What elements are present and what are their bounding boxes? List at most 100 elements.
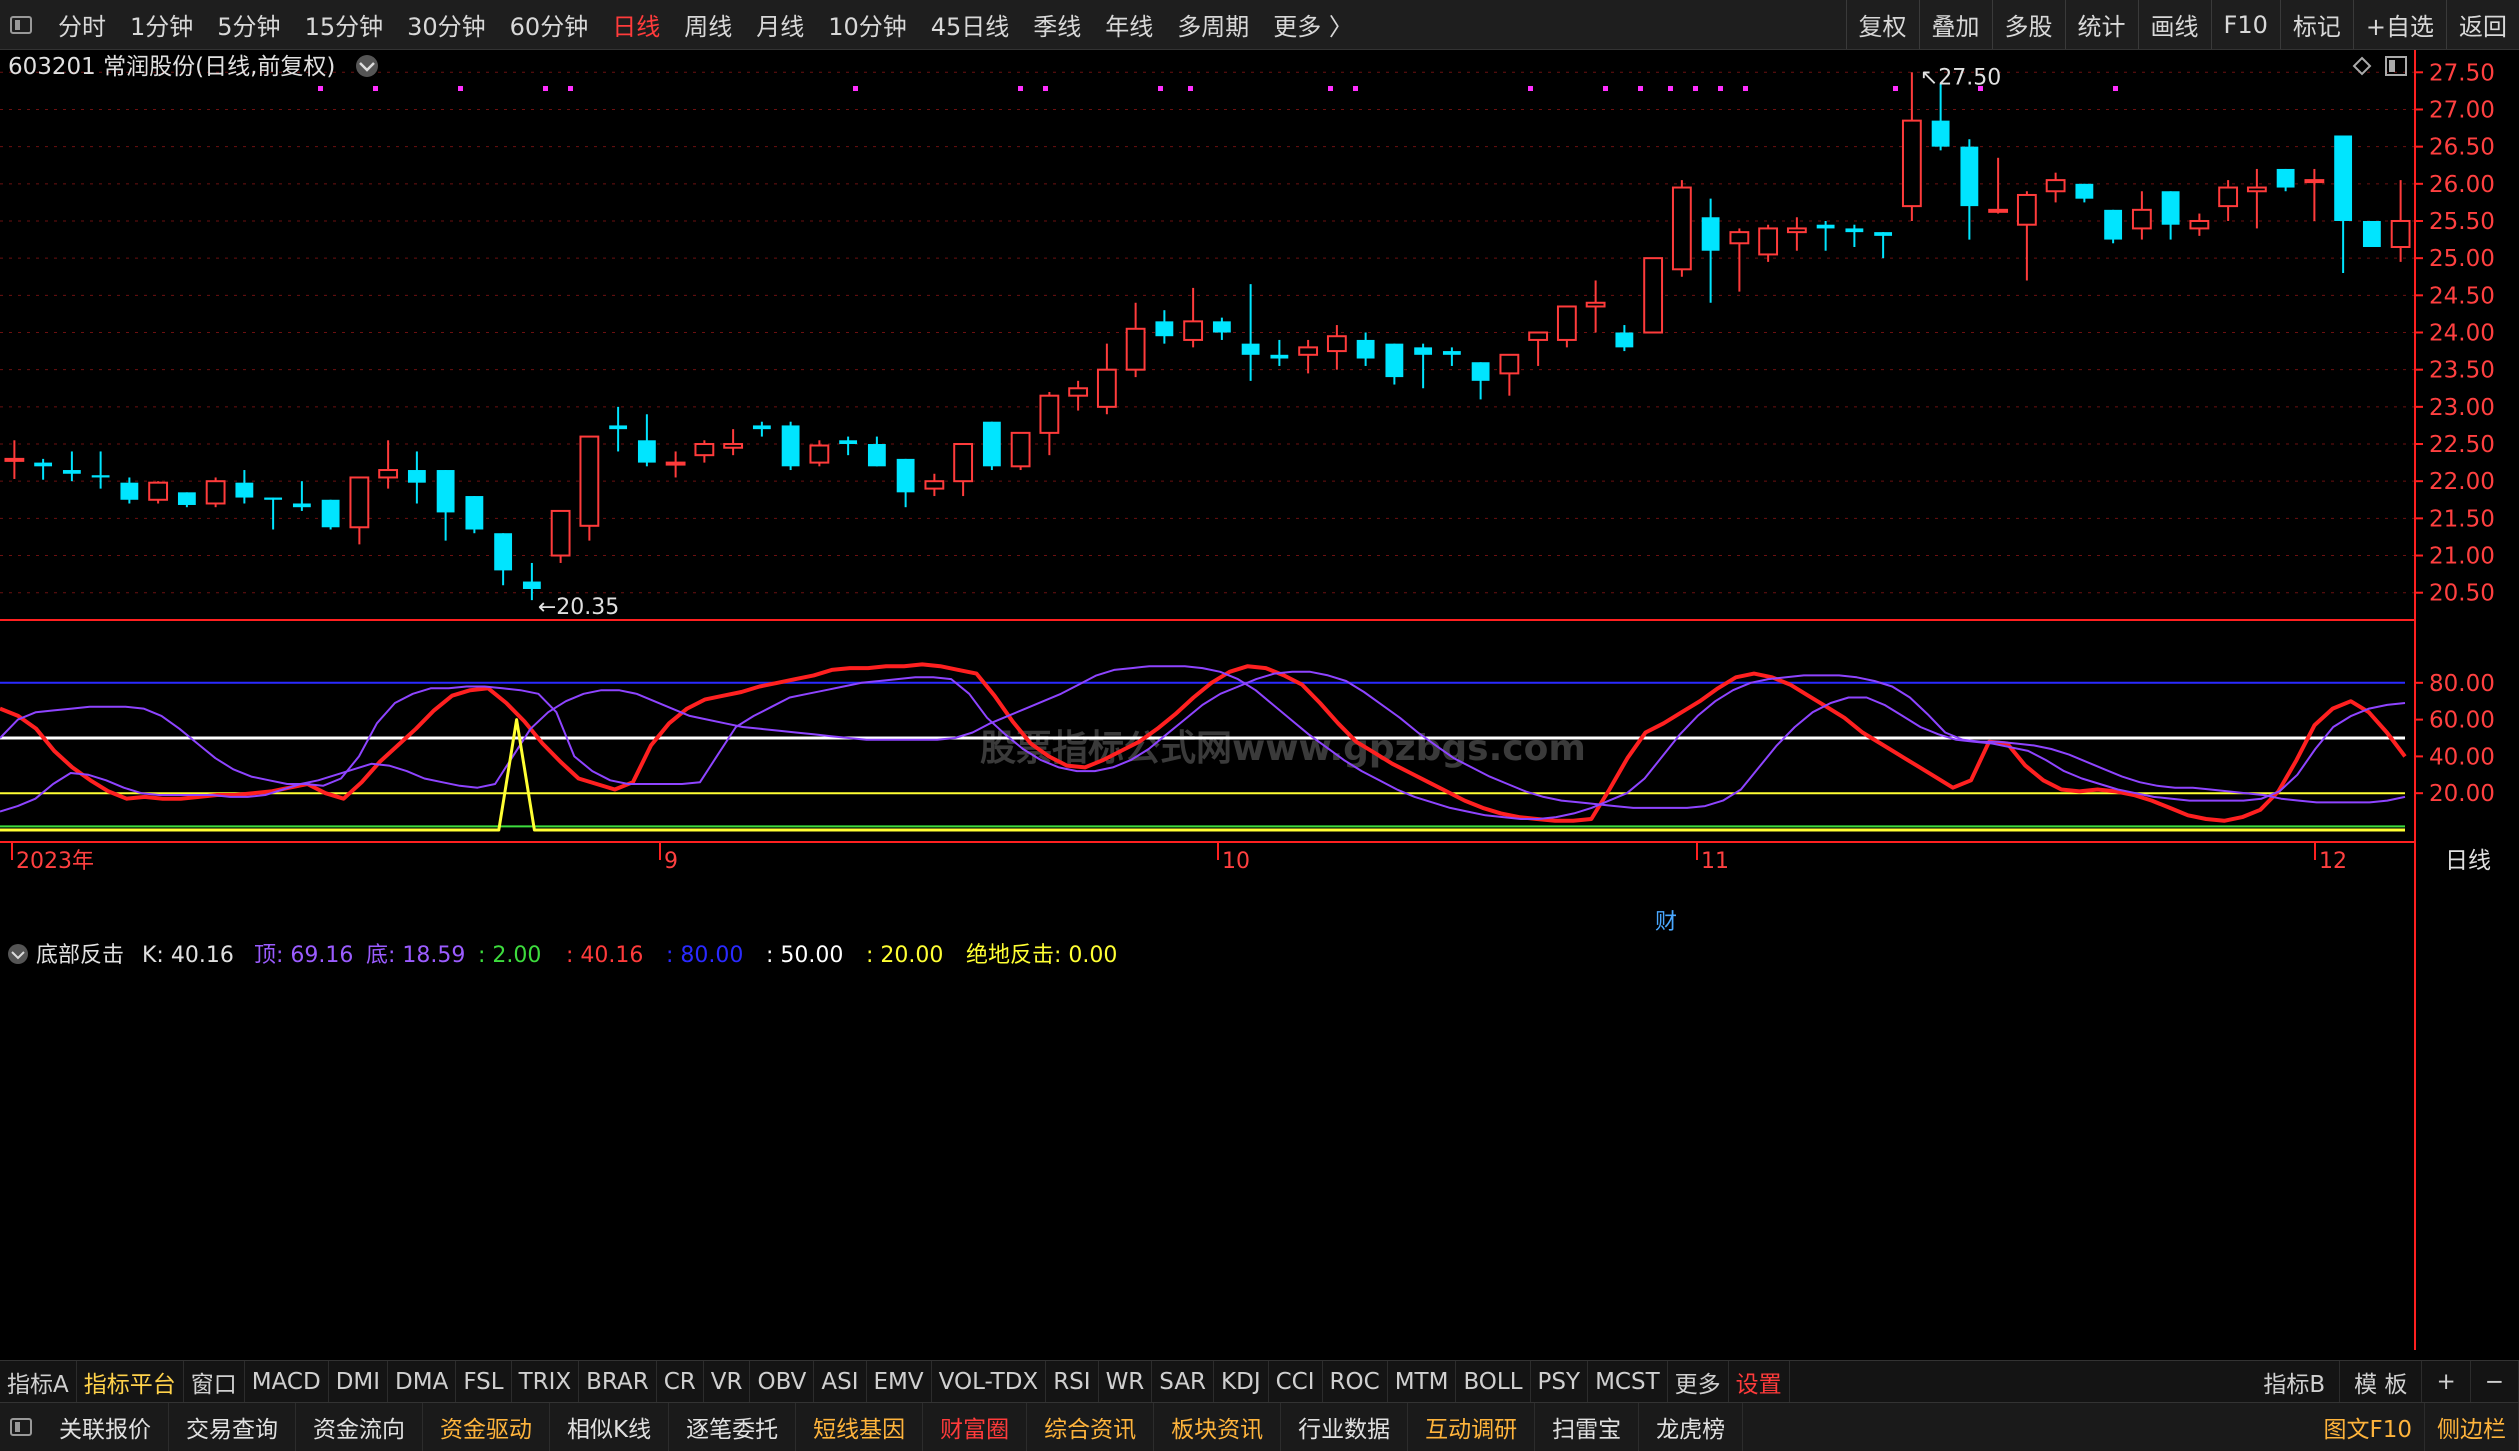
period-tab-5[interactable]: 60分钟 [498,7,601,42]
function-button-3[interactable]: 资金驱动 [423,1403,550,1451]
period-tab-7[interactable]: 周线 [672,7,744,42]
indicator-tab-23[interactable]: PSY [1531,1361,1589,1402]
function-right-0[interactable]: 图文F10 [2312,1403,2425,1451]
function-button-11[interactable]: 互动调研 [1408,1403,1536,1451]
indicator-tab-20[interactable]: ROC [1323,1361,1388,1402]
ind-dropdown-icon[interactable] [8,944,28,964]
indicator-tab-10[interactable]: VR [704,1361,751,1402]
period-tab-9[interactable]: 10分钟 [816,7,919,42]
indicator-tab-4[interactable]: DMI [329,1361,389,1402]
chart-svg[interactable]: 603201 常润股份(日线,前复权) 股票指标公式网www.gpzbgs.co… [0,50,2519,1350]
period-tab-4[interactable]: 30分钟 [395,7,498,42]
indicator-tab-14[interactable]: VOL-TDX [932,1361,1047,1402]
price-tick: 20.50 [2429,581,2495,607]
date-label: 12 [2319,849,2347,874]
price-tick: 24.50 [2429,283,2495,309]
period-tab-3[interactable]: 15分钟 [293,7,396,42]
indicator-tab-8[interactable]: BRAR [579,1361,657,1402]
price-annotations: ↖27.50 ←20.35 财 [538,65,2001,935]
indicator-tab-6[interactable]: FSL [456,1361,512,1402]
event-dot [1018,86,1023,91]
title-dropdown-icon[interactable] [356,55,378,77]
indicator-tab-7[interactable]: TRIX [512,1361,580,1402]
candle [264,497,283,530]
event-dot [373,86,378,91]
indicator-tab-9[interactable]: CR [657,1361,704,1402]
indicator-tab-25[interactable]: 更多 [1668,1361,1729,1402]
period-tab-8[interactable]: 月线 [744,7,816,42]
toolbar-button-4[interactable]: 画线 [2137,0,2211,49]
function-button-6[interactable]: 短线基因 [796,1403,924,1451]
price-tick: 23.50 [2429,358,2495,384]
candle [839,436,858,456]
period-tab-11[interactable]: 季线 [1021,7,1093,42]
function-button-8[interactable]: 综合资讯 [1027,1403,1155,1451]
diamond-icon[interactable] [2352,56,2372,76]
watermark: 股票指标公式网www.gpzbgs.com [980,728,1586,769]
indicator-tab-1[interactable]: 指标平台 [77,1361,184,1402]
function-right-1[interactable]: 侧边栏 [2425,1403,2519,1451]
indicator-tab-3[interactable]: MACD [245,1361,329,1402]
period-tab-14[interactable]: 更多 〉 [1261,7,1365,42]
toolbar-button-6[interactable]: 标记 [2279,0,2353,49]
indicator-tab-0[interactable]: 指标A [0,1361,77,1402]
toolbar-button-0[interactable]: 复权 [1845,0,1919,49]
period-tab-0[interactable]: 分时 [46,7,118,42]
function-button-2[interactable]: 资金流向 [296,1403,423,1451]
function-button-5[interactable]: 逐笔委托 [669,1403,797,1451]
indicator-right-1[interactable]: 模 板 [2340,1361,2423,1402]
window-toggle-icon[interactable] [10,15,32,34]
indicator-right-3[interactable]: − [2471,1361,2519,1402]
period-tab-10[interactable]: 45日线 [919,7,1022,42]
function-button-4[interactable]: 相似K线 [550,1403,670,1451]
toolbar-button-8[interactable]: 返回 [2446,0,2519,49]
event-dot [1328,86,1333,91]
indicator-tab-5[interactable]: DMA [388,1361,457,1402]
period-tab-1[interactable]: 1分钟 [118,7,205,42]
event-dot [1158,86,1163,91]
candle [1298,339,1319,374]
candle [609,406,628,452]
period-tab-12[interactable]: 年线 [1093,7,1165,42]
bottom-window-icon[interactable] [10,1418,32,1436]
period-tab-6[interactable]: 日线 [600,7,672,42]
event-dot [1668,86,1673,91]
indicator-tab-21[interactable]: MTM [1388,1361,1457,1402]
function-button-7[interactable]: 财富圈 [923,1403,1028,1451]
chart-area[interactable]: 603201 常润股份(日线,前复权) 股票指标公式网www.gpzbgs.co… [0,50,2519,1350]
function-button-10[interactable]: 行业数据 [1281,1403,1409,1451]
toolbar-button-5[interactable]: F10 [2210,0,2280,49]
candle [2390,180,2411,262]
function-button-9[interactable]: 板块资讯 [1154,1403,1282,1451]
indicator-tab-11[interactable]: OBV [750,1361,815,1402]
legend-item: : 40.16 [566,943,643,968]
toolbar-button-7[interactable]: +自选 [2352,0,2446,49]
indicator-tab-15[interactable]: RSI [1046,1361,1099,1402]
function-button-12[interactable]: 扫雷宝 [1535,1403,1640,1451]
function-button-0[interactable]: 关联报价 [42,1403,169,1451]
function-button-13[interactable]: 龙虎榜 [1639,1403,1744,1451]
indicator-tab-12[interactable]: ASI [814,1361,867,1402]
indicator-tab-2[interactable]: 窗口 [184,1361,245,1402]
period-tab-13[interactable]: 多周期 [1165,7,1261,42]
toolbar-right-group: 复权 叠加 多股 统计 画线 F10 标记 +自选 返回 [1845,0,2519,49]
candle [694,440,715,463]
toolbar-button-1[interactable]: 叠加 [1918,0,1992,49]
indicator-tab-17[interactable]: SAR [1152,1361,1215,1402]
indicator-tab-24[interactable]: MCST [1588,1361,1668,1402]
indicator-right-2[interactable]: + [2422,1361,2471,1402]
indicator-tab-16[interactable]: WR [1099,1361,1153,1402]
indicator-tab-19[interactable]: CCI [1269,1361,1323,1402]
indicator-tab-18[interactable]: KDJ [1214,1361,1269,1402]
indicator-tab-22[interactable]: BOLL [1456,1361,1531,1402]
function-button-1[interactable]: 交易查询 [169,1403,296,1451]
price-tick: 25.00 [2429,246,2495,272]
indicator-tab-26[interactable]: 设置 [1729,1361,1790,1402]
ind-tick: 80.00 [2429,671,2495,697]
toolbar-button-2[interactable]: 多股 [1991,0,2065,49]
candle [4,440,25,479]
indicator-tab-13[interactable]: EMV [867,1361,932,1402]
period-tab-2[interactable]: 5分钟 [205,7,292,42]
toolbar-button-3[interactable]: 统计 [2064,0,2138,49]
indicator-right-0[interactable]: 指标B [2249,1361,2341,1402]
